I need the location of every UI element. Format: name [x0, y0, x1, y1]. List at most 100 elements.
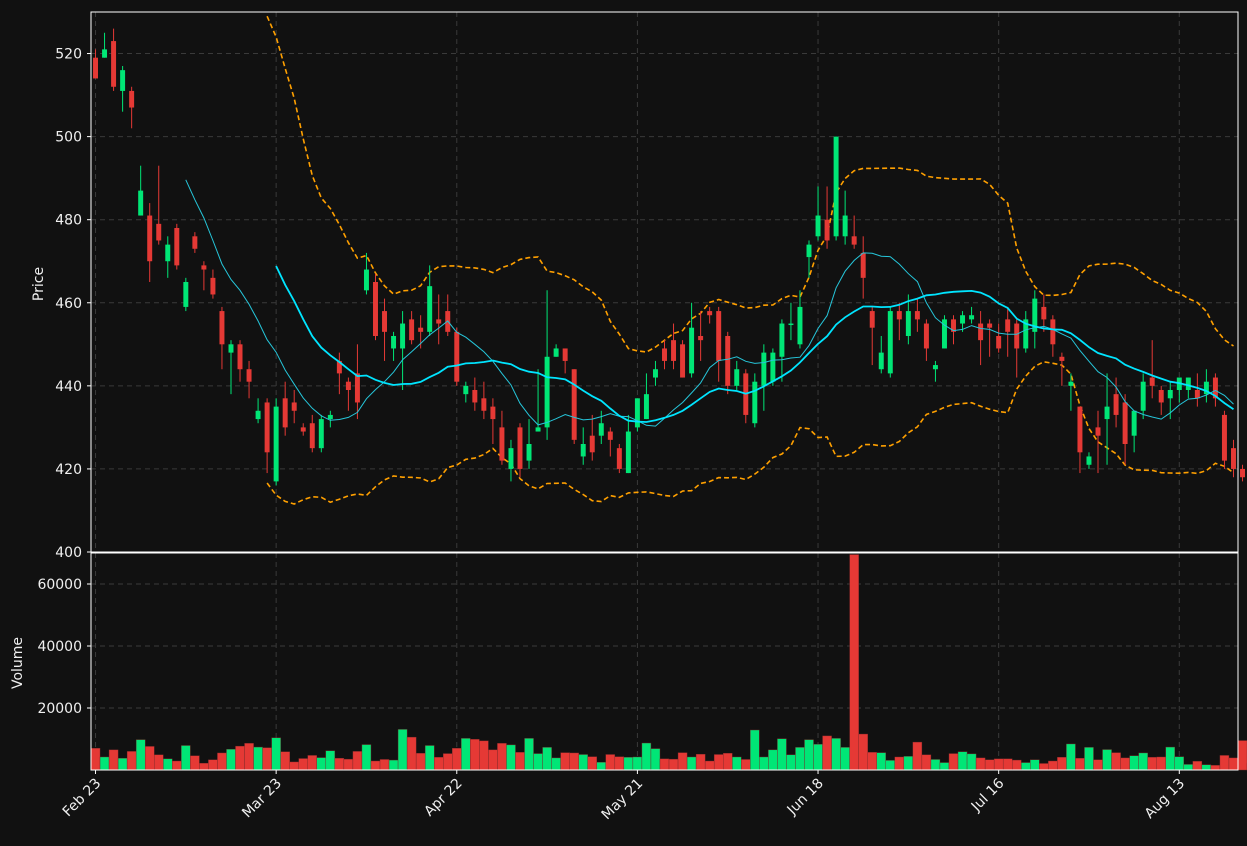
volume-bar — [885, 760, 896, 771]
chart-background — [0, 0, 1247, 842]
candle-body — [878, 352, 884, 370]
volume-bar — [298, 758, 308, 771]
candle-body — [680, 344, 686, 378]
volume-bar — [117, 758, 128, 771]
volume-bar — [515, 752, 525, 771]
candle-body — [454, 331, 460, 382]
volume-bar — [1048, 760, 1058, 771]
candle-body — [788, 323, 794, 326]
volume-bar — [488, 749, 498, 771]
volume-bar — [840, 747, 850, 771]
volume-bar — [181, 745, 191, 771]
candle-body — [860, 252, 866, 278]
candle-body — [93, 57, 98, 79]
candle-body — [138, 190, 144, 216]
candle-body — [481, 398, 487, 411]
candle-body — [1131, 410, 1137, 436]
candle-body — [246, 369, 252, 382]
volume-bar — [280, 751, 290, 771]
candle-body — [1050, 319, 1056, 345]
volume-bar — [126, 751, 137, 771]
candle-body — [1041, 306, 1047, 320]
volume-bar — [822, 735, 832, 771]
candle-body — [815, 215, 821, 237]
volume-bar — [1012, 759, 1022, 771]
candle-body — [165, 244, 171, 262]
candle-body — [382, 311, 388, 332]
volume-bar — [795, 747, 805, 771]
volume-bar — [1084, 747, 1094, 771]
volume-bar — [551, 757, 561, 771]
candle-body — [237, 344, 243, 370]
candle-body — [960, 315, 966, 324]
candle-body — [634, 398, 640, 428]
candle-body — [400, 323, 406, 349]
candle-body — [1122, 402, 1128, 444]
candle-body — [183, 282, 189, 307]
candle-body — [833, 136, 839, 237]
price-tick-label: 500 — [55, 130, 82, 146]
volume-bar — [668, 758, 679, 771]
candle-body — [652, 369, 658, 378]
candle-body — [869, 311, 875, 328]
volume-bar — [957, 751, 968, 771]
candle-body — [147, 215, 153, 262]
volume-bar — [831, 738, 841, 771]
volume-bar — [1093, 759, 1103, 771]
candle-body — [354, 373, 360, 403]
candle-body — [716, 311, 722, 361]
candle-body — [517, 427, 523, 469]
volume-bar — [813, 744, 823, 771]
candle-body — [544, 356, 550, 428]
volume-bar — [587, 756, 597, 771]
volume-bar — [108, 749, 119, 771]
candle-body — [562, 348, 568, 361]
volume-bar — [379, 759, 390, 771]
candle-body — [463, 385, 469, 395]
volume-bar — [759, 756, 769, 771]
volume-bar — [1201, 764, 1212, 771]
volume-bar — [867, 752, 877, 771]
candle-body — [1068, 381, 1074, 386]
volume-bar — [190, 755, 200, 771]
volume-bar — [352, 751, 363, 771]
volume-bar — [849, 554, 859, 771]
volume-bar — [695, 753, 706, 771]
candle-body — [300, 427, 306, 432]
volume-bar — [723, 753, 733, 771]
candle-body — [571, 369, 577, 440]
volume-bar — [154, 754, 164, 771]
volume-bar — [334, 758, 345, 771]
candle-body — [210, 277, 216, 295]
volume-bar — [804, 739, 814, 771]
price-tick-label: 480 — [55, 213, 82, 229]
candle-body — [671, 340, 677, 361]
candle-body — [616, 448, 622, 469]
volume-bar — [388, 759, 399, 771]
volume-bar — [163, 758, 173, 771]
candle-body — [174, 228, 180, 266]
volume-bar — [1021, 762, 1031, 771]
candle-body — [526, 444, 532, 461]
candle-body — [607, 431, 613, 440]
candle-body — [698, 336, 704, 341]
volume-bar — [596, 762, 606, 771]
volume-bar — [912, 741, 923, 771]
volume-bar — [461, 738, 471, 771]
candle-body — [761, 352, 767, 386]
candle-body — [373, 282, 378, 336]
volume-bar — [1165, 746, 1175, 771]
volume-bar — [1111, 752, 1121, 771]
candle-body — [887, 311, 893, 374]
volume-bar — [858, 733, 868, 771]
volume-bar — [686, 756, 697, 771]
volume-bar — [415, 753, 426, 771]
candle-body — [363, 269, 369, 291]
volume-bar — [316, 757, 327, 771]
volume-bar — [876, 752, 886, 771]
candle-body — [1005, 319, 1011, 332]
volume-bar — [1192, 761, 1203, 771]
candle-body — [129, 90, 135, 108]
volume-bar — [1138, 752, 1148, 771]
volume-bar — [921, 754, 932, 771]
